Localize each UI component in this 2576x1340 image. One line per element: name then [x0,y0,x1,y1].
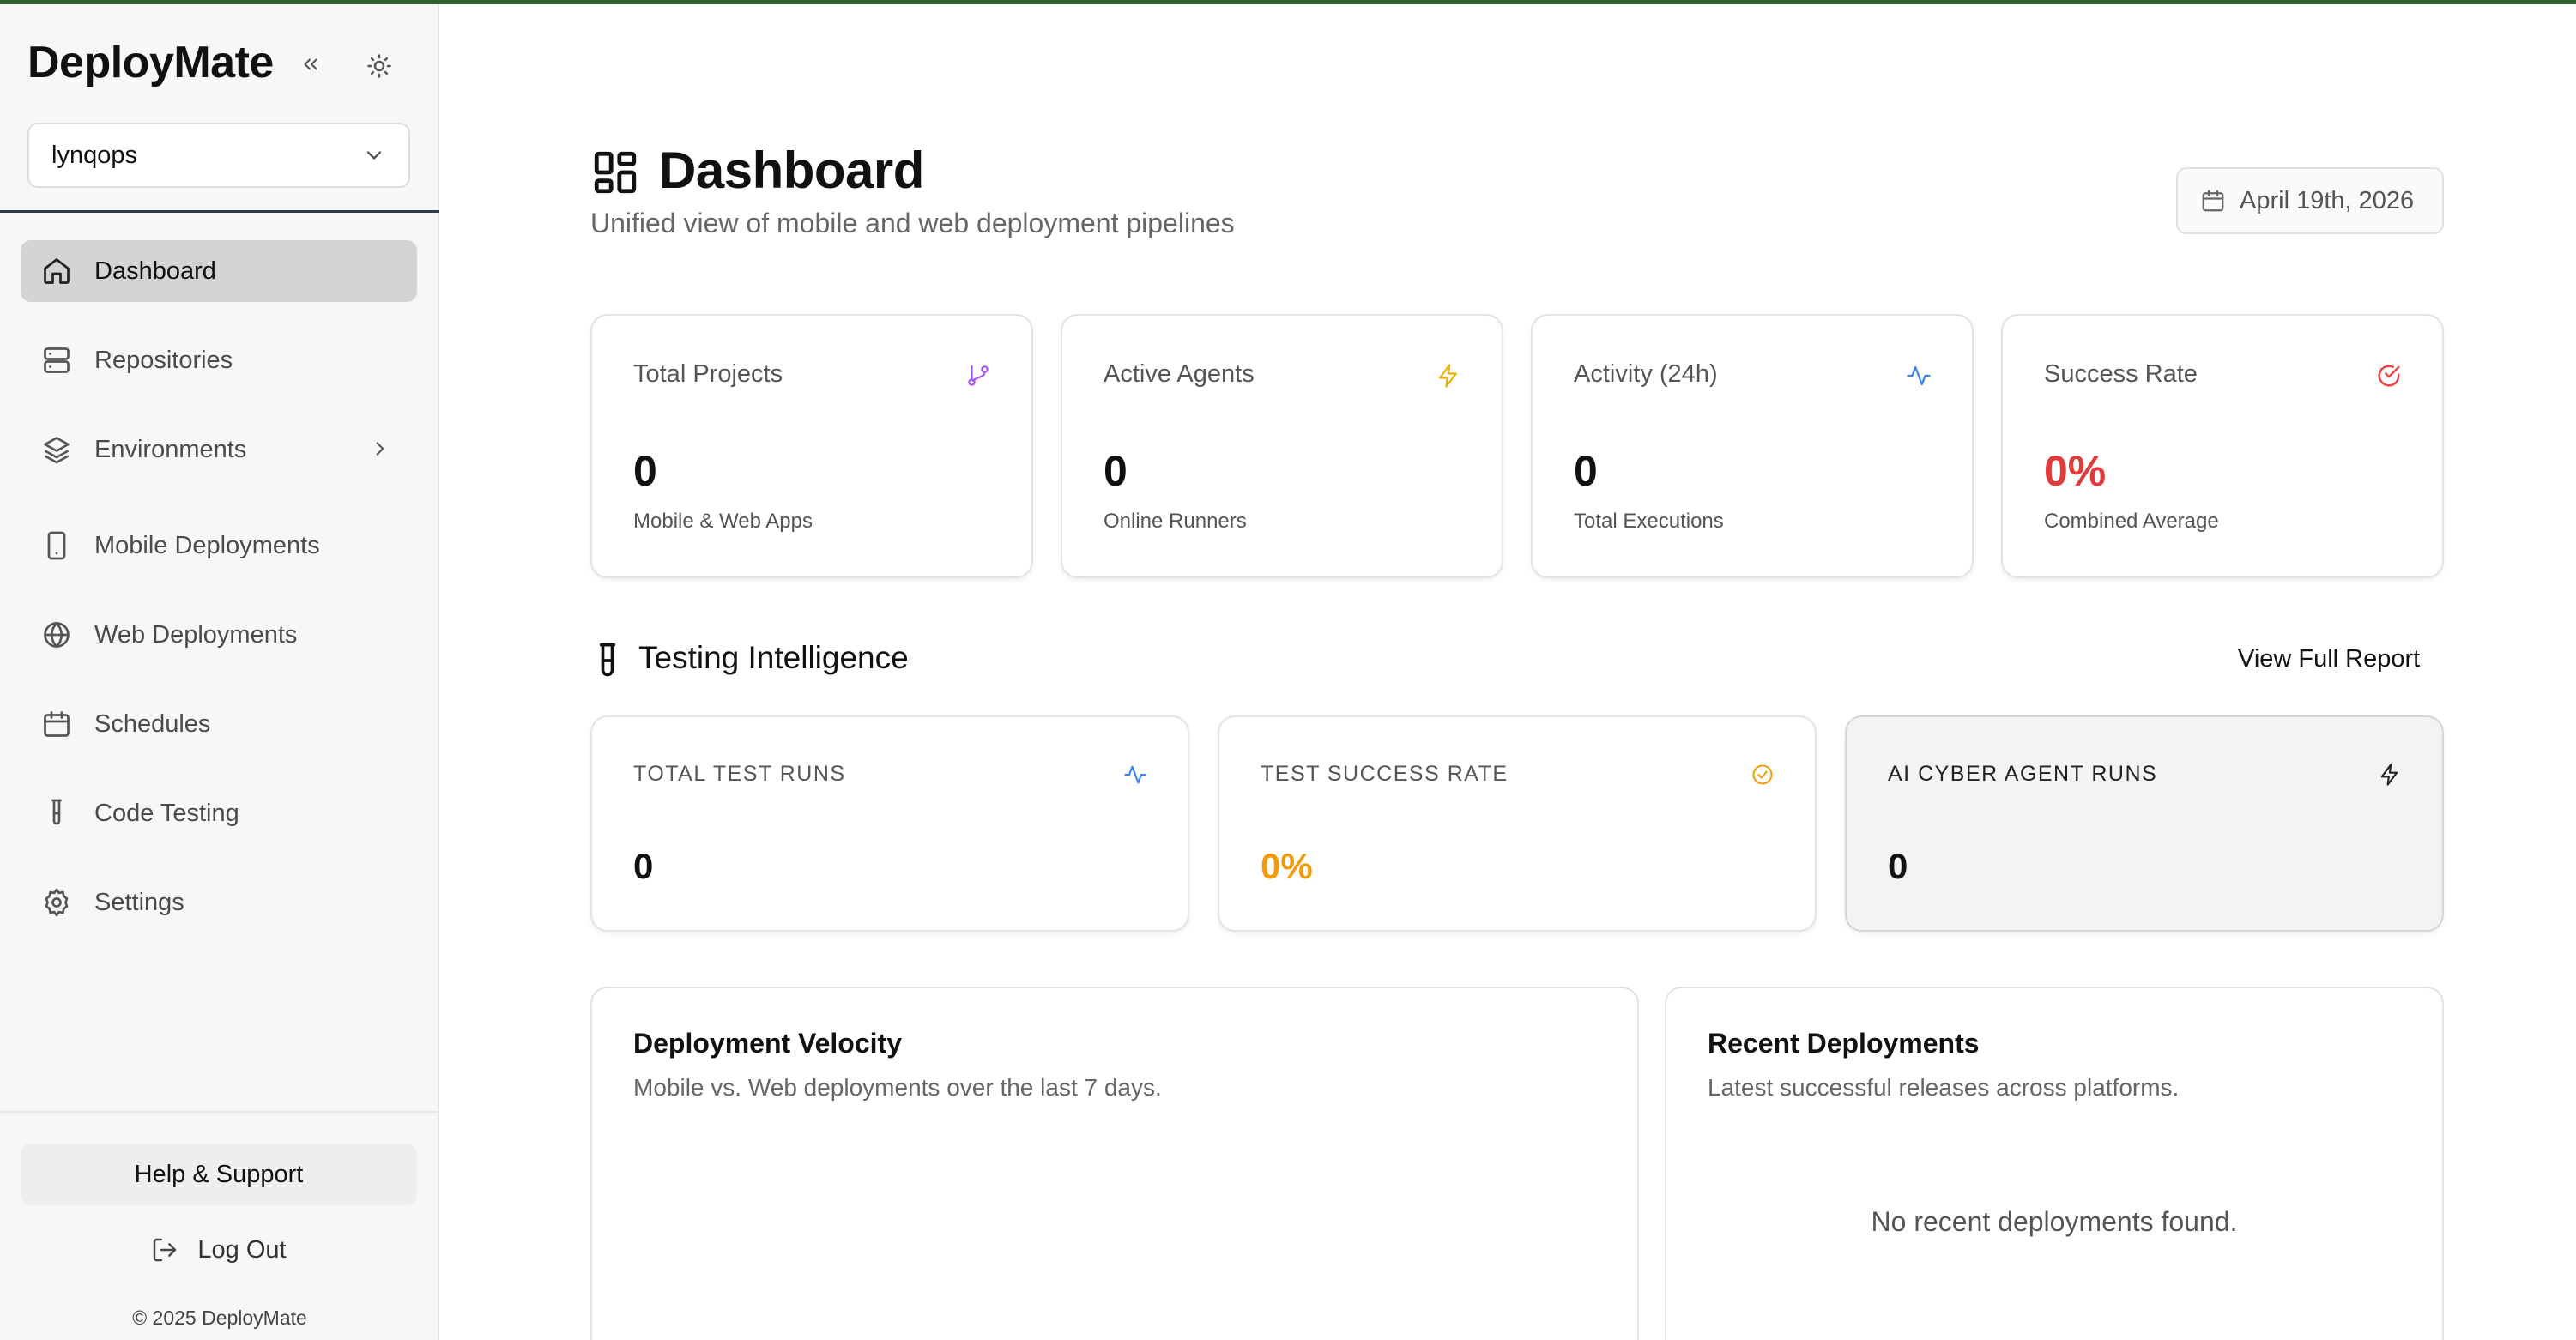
sidebar-item-code-testing[interactable]: Code Testing [21,782,417,844]
zap-icon [2375,760,2404,789]
section-title-testing: Testing Intelligence [638,640,909,675]
panel-title: Deployment Velocity [633,1028,902,1059]
stat-subtext: Combined Average [2044,510,2219,533]
stat-card-activity-24h: Activity (24h) 0 Total Executions [1531,314,1974,578]
sidebar-item-settings[interactable]: Settings [21,872,417,933]
test-card-label: TOTAL TEST RUNS [633,762,846,786]
view-full-report-link[interactable]: View Full Report [2238,645,2420,673]
logout-button[interactable]: Log Out [21,1222,417,1277]
sidebar-item-label: Code Testing [94,799,239,827]
stat-card-total-projects: Total Projects 0 Mobile & Web Apps [590,314,1033,578]
help-support-button[interactable]: Help & Support [21,1144,417,1205]
calendar-icon [2200,188,2226,214]
logout-icon [151,1236,178,1264]
theme-toggle-button[interactable] [362,49,396,83]
collapse-sidebar-button[interactable] [297,49,324,80]
check-circle-icon [1748,760,1777,789]
test-card-value: 0 [1888,846,1908,886]
test-card-label: TEST SUCCESS RATE [1261,762,1509,786]
empty-state-message: No recent deployments found. [1871,1206,2238,1237]
stat-label: Active Agents [1104,360,1255,388]
sun-icon [367,54,391,78]
sidebar-item-mobile-deployments[interactable]: Mobile Deployments [21,515,417,576]
copyright-text: © 2025 DeployMate [132,1307,307,1329]
activity-icon [1903,360,1934,391]
gear-icon [39,885,74,920]
sidebar-item-environments[interactable]: Environments [21,419,417,480]
sidebar-item-web-deployments[interactable]: Web Deployments [21,604,417,666]
date-picker-value: April 19th, 2026 [2240,186,2415,214]
brand-logo: DeployMate [27,38,274,88]
panel-subtitle: Latest successful releases across platfo… [1708,1074,2180,1101]
chevrons-left-icon [304,58,317,70]
sidebar-item-schedules[interactable]: Schedules [21,693,417,755]
stat-value: 0 [633,447,657,495]
sidebar-item-repositories[interactable]: Repositories [21,329,417,391]
deployment-velocity-panel: Deployment Velocity Mobile vs. Web deplo… [590,987,1639,1340]
zap-icon [1433,360,1464,391]
test-card-ai-cyber-agent[interactable]: AI CYBER AGENT RUNS 0 [1845,715,2444,932]
sidebar-item-label: Mobile Deployments [94,531,320,559]
date-picker-button[interactable]: April 19th, 2026 [2176,167,2444,234]
stat-value: 0% [2044,447,2107,495]
sidebar-item-dashboard[interactable]: Dashboard [21,240,417,302]
panel-title: Recent Deployments [1708,1028,1980,1059]
sidebar-item-label: Environments [94,435,247,463]
panel-subtitle: Mobile vs. Web deployments over the last… [633,1074,1162,1101]
server-icon [39,343,74,377]
stat-subtext: Mobile & Web Apps [633,510,813,533]
home-icon [39,254,74,288]
sidebar-divider [0,210,439,213]
stat-label: Total Projects [633,360,783,388]
logout-label: Log Out [197,1235,287,1264]
stat-subtext: Total Executions [1574,510,1724,533]
sidebar-item-label: Settings [94,888,184,916]
smartphone-icon [39,528,74,563]
activity-icon [1121,760,1150,789]
stat-value: 0 [1104,447,1128,495]
test-card-value: 0% [1261,846,1313,886]
test-tube-icon [599,643,616,677]
test-card-value: 0 [633,846,654,886]
stat-subtext: Online Runners [1104,510,1247,533]
test-card-success-rate: TEST SUCCESS RATE 0% [1218,715,1817,932]
layers-icon [39,432,74,467]
layout-grid-icon [594,151,637,194]
stat-label: Activity (24h) [1574,360,1718,388]
sidebar-item-label: Web Deployments [94,620,298,649]
test-tube-icon [39,796,74,830]
stat-card-active-agents: Active Agents 0 Online Runners [1061,314,1503,578]
chevron-right-icon [376,442,384,456]
test-card-label: AI CYBER AGENT RUNS [1888,762,2158,786]
stat-value: 0 [1574,447,1598,495]
check-circle-icon [2373,360,2404,391]
git-branch-icon [963,360,994,391]
sidebar-item-label: Schedules [94,709,211,738]
organization-select-value: lynqops [51,141,137,169]
page-title: Dashboard [659,142,924,199]
recent-deployments-panel: Recent Deployments Latest successful rel… [1665,987,2444,1340]
stat-label: Success Rate [2044,360,2198,388]
sidebar-item-label: Repositories [94,346,233,374]
page-subtitle: Unified view of mobile and web deploymen… [590,208,1235,238]
stat-card-success-rate: Success Rate 0% Combined Average [2001,314,2444,578]
calendar-icon [39,707,74,741]
organization-select[interactable]: lynqops [27,123,410,188]
sidebar-footer-divider [0,1111,439,1113]
sidebar-item-label: Dashboard [94,257,216,285]
test-card-total-runs: TOTAL TEST RUNS 0 [590,715,1189,932]
chevron-down-icon [366,151,382,160]
globe-icon [39,618,74,652]
sidebar: DeployMate lynqops Dashboard Repositorie… [0,4,439,1340]
